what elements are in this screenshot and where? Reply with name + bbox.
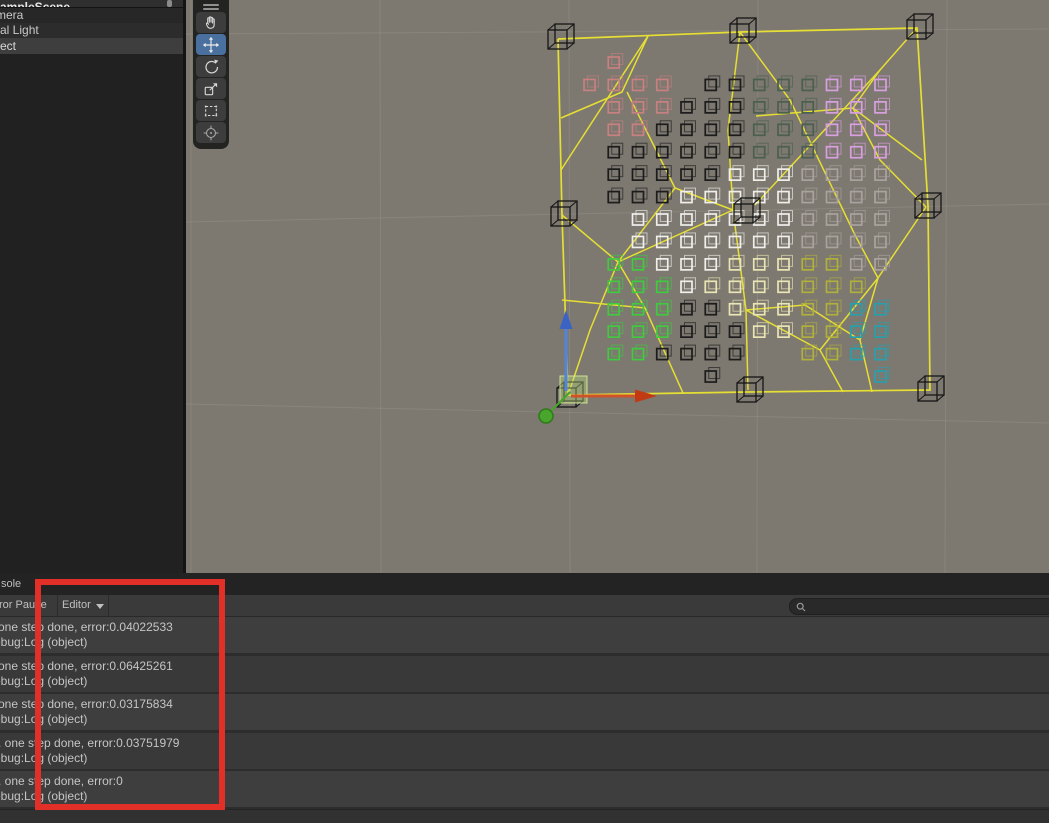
log-stacktrace: ebug:Log (object) [0, 789, 88, 803]
log-stacktrace: ebug:Log (object) [0, 635, 88, 649]
hierarchy-item-light[interactable]: al Light [0, 23, 183, 38]
scene-canvas [186, 0, 1049, 573]
scale-tool-button[interactable] [196, 78, 226, 99]
log-message: one step done, error:0.03175834 [0, 697, 173, 711]
hierarchy-item-label: ect [0, 39, 17, 53]
log-entry[interactable]: . one step done, error:0.03751979 ebug:L… [0, 733, 1049, 769]
toolbar-separator [108, 595, 109, 616]
transform-tool-button[interactable] [196, 122, 226, 143]
hierarchy-item-label: al Light [0, 23, 39, 37]
console-detail-area [0, 809, 1049, 823]
transform-icon [203, 125, 219, 141]
rect-tool-button[interactable] [196, 100, 226, 121]
console-panel: sole ror Pause Editor one step done, err… [0, 573, 1049, 823]
hierarchy-scene-header[interactable]: SampleScene [0, 0, 183, 8]
toolbar-grip-handle[interactable] [203, 4, 219, 10]
hierarchy-options-icon[interactable] [167, 0, 172, 7]
scene-viewport[interactable] [186, 0, 1049, 573]
log-stacktrace: ebug:Log (object) [0, 751, 88, 765]
search-icon [796, 602, 806, 612]
move-tool-button[interactable] [196, 34, 226, 55]
hand-tool-button[interactable] [196, 12, 226, 33]
log-entry[interactable]: one step done, error:0.04022533 ebug:Log… [0, 617, 1049, 653]
scale-icon [204, 83, 218, 96]
log-entry[interactable]: one step done, error:0.06425261 ebug:Log… [0, 656, 1049, 692]
log-stacktrace: ebug:Log (object) [0, 712, 88, 726]
hierarchy-item-selected-object[interactable]: ect [0, 38, 183, 54]
scene-tools-overlay [193, 0, 229, 149]
log-message: . one step done, error:0 [0, 774, 123, 788]
editor-dropdown[interactable]: Editor [62, 595, 104, 616]
editor-dropdown-label: Editor [62, 599, 91, 611]
log-message: one step done, error:0.04022533 [0, 620, 173, 634]
rotate-tool-button[interactable] [196, 56, 226, 77]
log-entry[interactable]: one step done, error:0.03175834 ebug:Log… [0, 694, 1049, 730]
dropdown-arrow-icon [95, 604, 104, 609]
hand-icon [205, 16, 215, 29]
move-icon [202, 36, 220, 54]
console-tab-bar: sole [0, 573, 1049, 596]
log-message: one step done, error:0.06425261 [0, 659, 173, 673]
rotate-icon [205, 59, 219, 74]
console-toolbar: ror Pause Editor [0, 595, 1049, 617]
error-pause-toggle[interactable]: ror Pause [0, 595, 47, 616]
console-tab[interactable]: sole [1, 573, 21, 595]
hierarchy-item-camera[interactable]: mera [0, 8, 183, 23]
rect-icon [204, 105, 218, 117]
hierarchy-item-label: mera [0, 8, 24, 22]
toolbar-separator [57, 595, 58, 616]
log-stacktrace: ebug:Log (object) [0, 674, 88, 688]
console-search-input[interactable] [789, 598, 1049, 615]
unity-editor-window: SampleScene mera al Light ect [0, 0, 1049, 823]
log-entry[interactable]: . one step done, error:0 ebug:Log (objec… [0, 771, 1049, 807]
log-message: . one step done, error:0.03751979 [0, 736, 180, 750]
hierarchy-panel: SampleScene mera al Light ect [0, 0, 183, 573]
scene-header-label: SampleScene [0, 0, 71, 8]
